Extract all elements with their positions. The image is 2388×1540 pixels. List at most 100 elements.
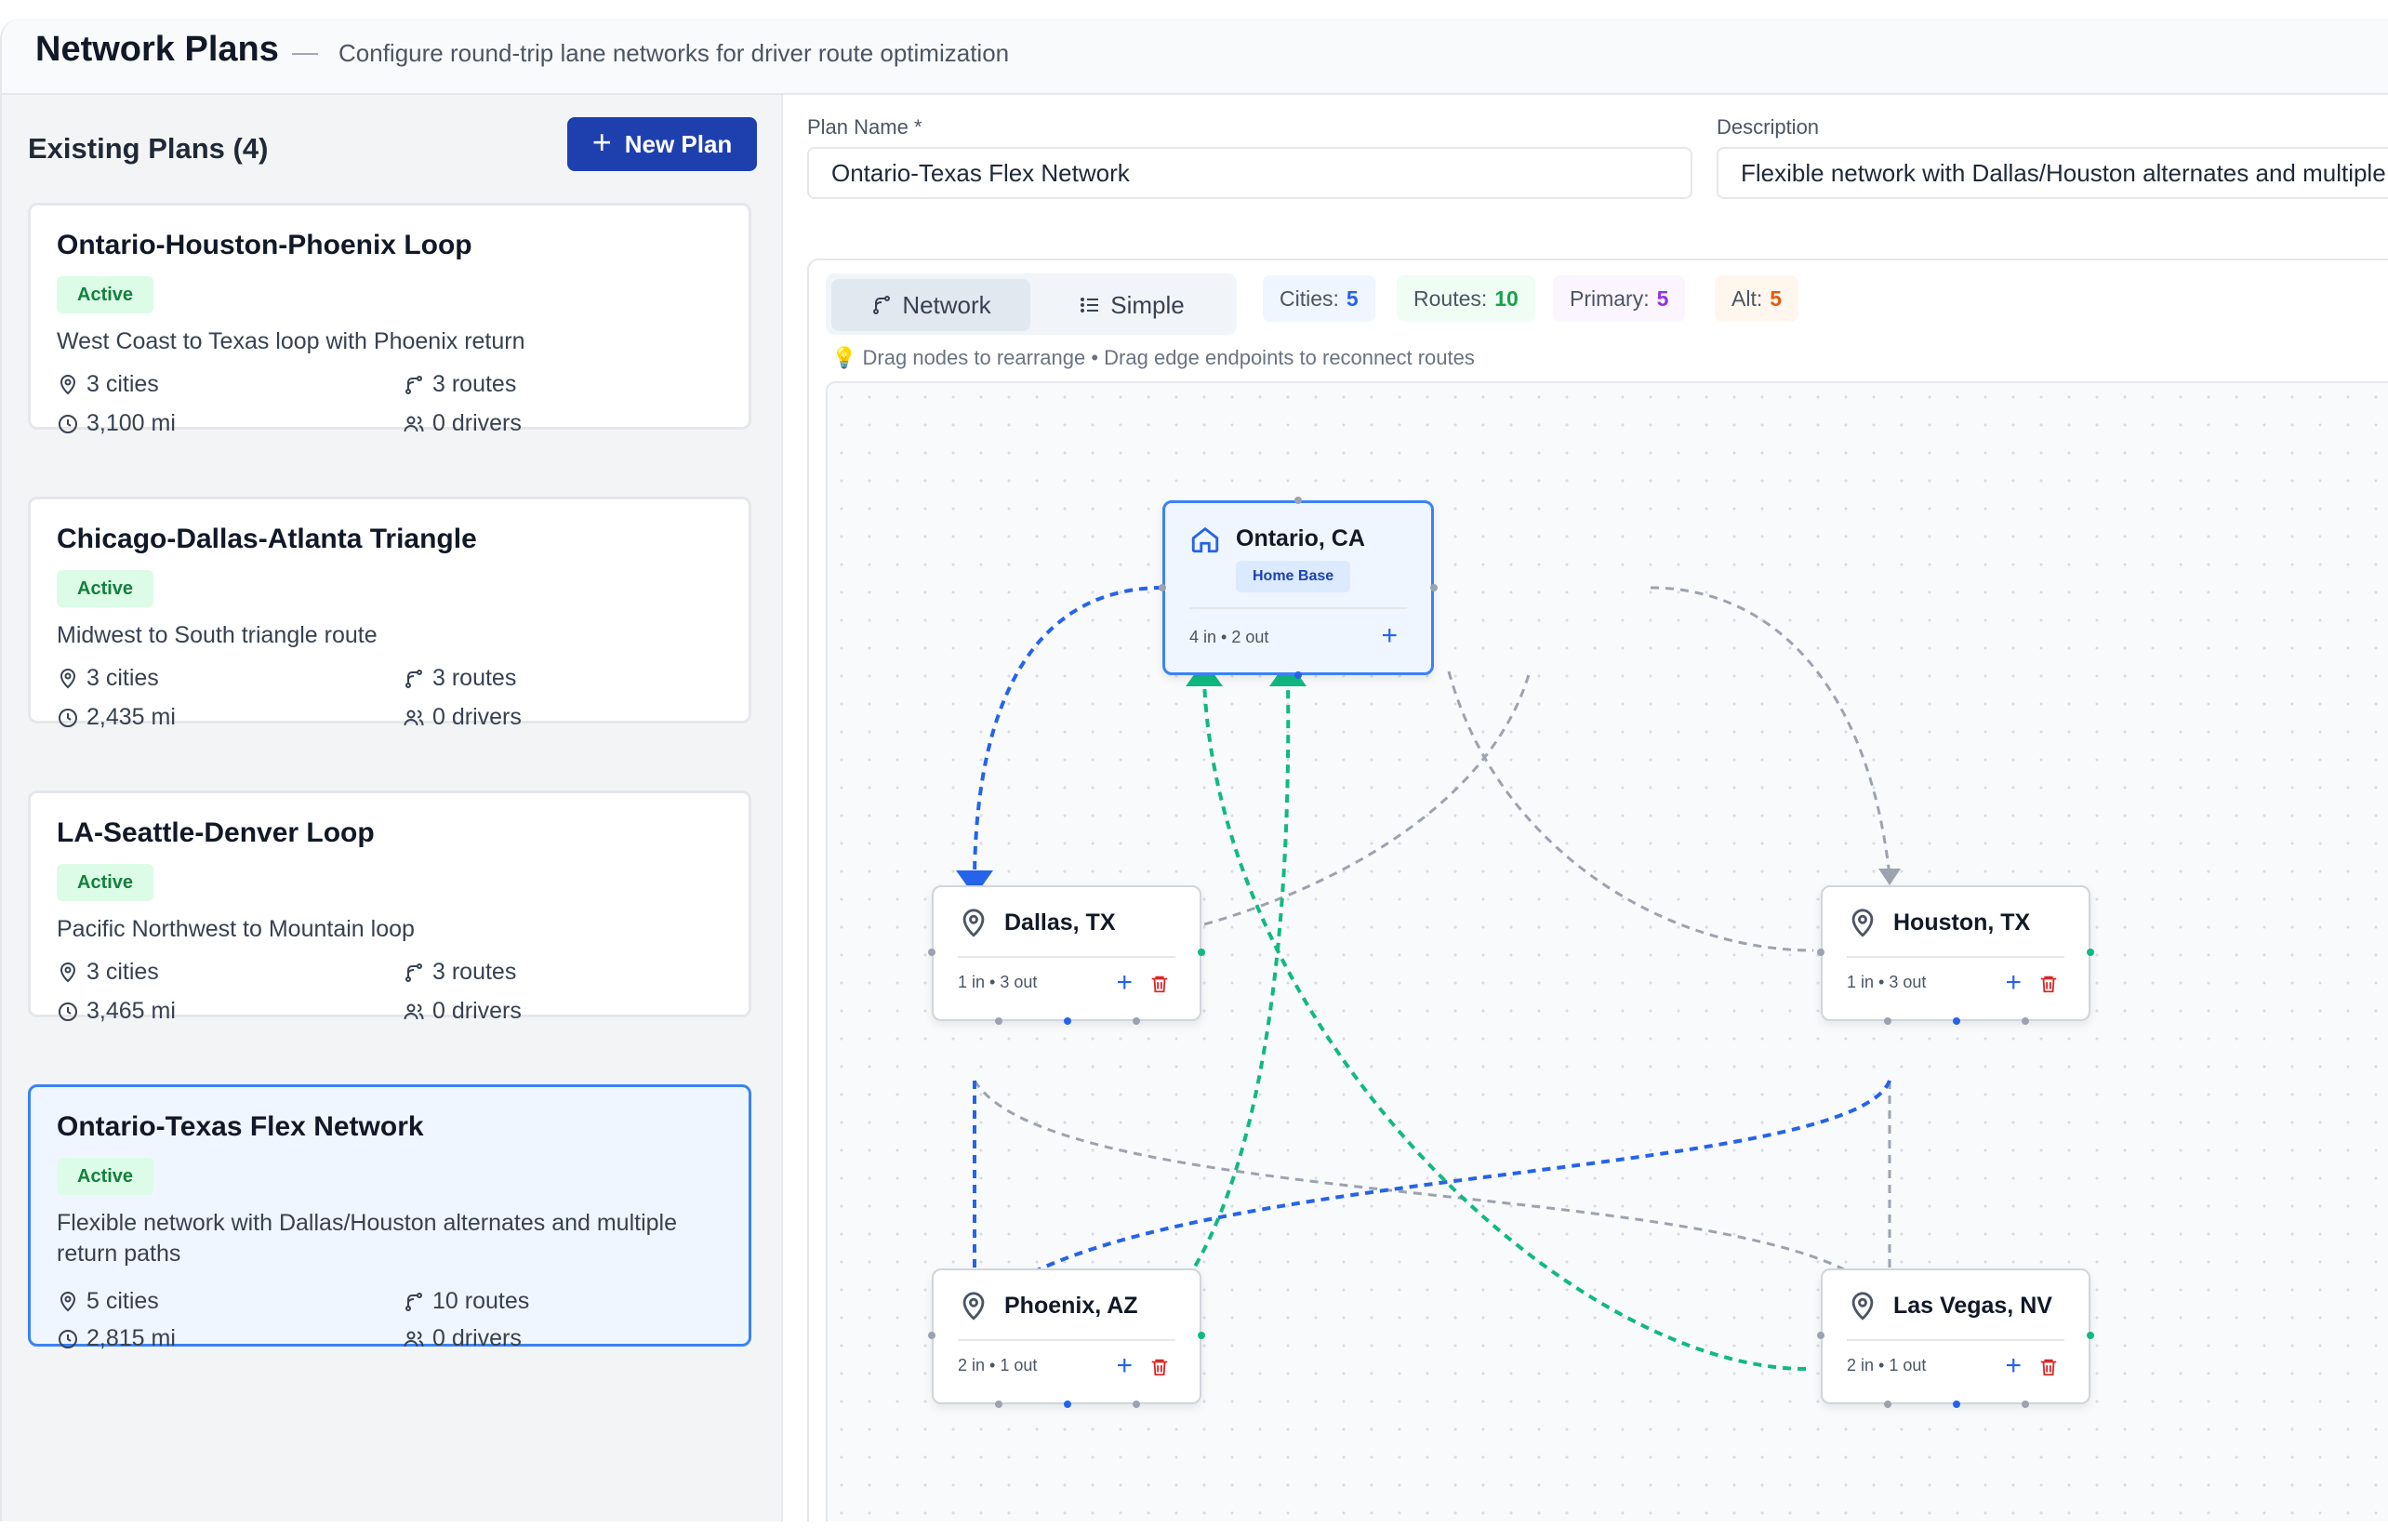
- plan-cities: 3 cities: [57, 371, 159, 398]
- connection-handle[interactable]: [1953, 1401, 1960, 1408]
- plan-routes: 10 routes: [403, 1288, 529, 1315]
- plan-card[interactable]: LA-Seattle-Denver Loop Active Pacific No…: [28, 790, 751, 1024]
- city-node-houston[interactable]: Houston, TX 1 in • 3 out +: [1821, 885, 2090, 1021]
- city-node-lasvegas[interactable]: Las Vegas, NV 2 in • 1 out +: [1821, 1268, 2090, 1404]
- connection-handle[interactable]: [995, 1401, 1002, 1408]
- map-pin-icon: [60, 668, 76, 688]
- connection-handle[interactable]: [1133, 1017, 1140, 1025]
- plan-description: Midwest to South triangle route: [57, 622, 378, 648]
- route-branch-icon: [405, 962, 422, 982]
- add-route-button[interactable]: +: [2005, 967, 2022, 999]
- plan-description: Pacific Northwest to Mountain loop: [57, 916, 415, 942]
- route-branch-icon: [405, 1292, 422, 1311]
- connection-handle[interactable]: [2022, 1401, 2029, 1408]
- plan-name-input[interactable]: Ontario-Texas Flex Network: [807, 147, 1692, 199]
- connection-handle[interactable]: [1064, 1017, 1071, 1025]
- clock-icon: [59, 708, 77, 727]
- plan-card-selected[interactable]: Ontario-Texas Flex Network Active Flexib…: [28, 1084, 751, 1351]
- status-badge: Active: [57, 864, 154, 901]
- map-pin-icon: [962, 1292, 985, 1321]
- map-pin-icon: [60, 1291, 76, 1311]
- plan-card[interactable]: Ontario-Houston-Phoenix Loop Active West…: [28, 203, 751, 436]
- alt-count-chip: Alt: 5: [1715, 275, 1799, 322]
- plan-name: Ontario-Texas Flex Network: [57, 1111, 424, 1142]
- add-route-button[interactable]: +: [1381, 620, 1398, 652]
- route-edge-ontario-houston-alt[interactable]: [1447, 670, 1814, 952]
- routes-count-chip: Routes: 10: [1397, 275, 1535, 322]
- connection-handle[interactable]: [1133, 1401, 1140, 1408]
- trash-icon[interactable]: [1149, 1356, 1170, 1378]
- plan-description: Flexible network with Dallas/Houston alt…: [57, 1210, 677, 1267]
- view-toggle: Network Simple: [826, 273, 1237, 335]
- city-route-stats: 4 in • 2 out: [1189, 628, 1269, 646]
- connection-handle[interactable]: [2087, 949, 2094, 956]
- connection-handle[interactable]: [1198, 949, 1205, 956]
- status-badge: Active: [57, 276, 154, 313]
- connection-handle[interactable]: [2087, 1332, 2094, 1339]
- route-edge-ontario-houston[interactable]: [1650, 586, 1891, 877]
- simple-view-tab[interactable]: Simple: [1032, 279, 1231, 331]
- clock-icon: [59, 1002, 77, 1021]
- network-view-tab[interactable]: Network: [831, 279, 1030, 331]
- plan-miles: 2,815 mi: [57, 1325, 176, 1352]
- plan-cities: 3 cities: [57, 665, 159, 692]
- connection-handle[interactable]: [1430, 584, 1438, 591]
- plan-miles: 2,435 mi: [57, 704, 176, 731]
- status-badge: Active: [57, 1158, 154, 1195]
- city-name: Houston, TX: [1893, 909, 2031, 936]
- add-route-button[interactable]: +: [2005, 1350, 2022, 1382]
- connection-handle[interactable]: [1159, 584, 1166, 591]
- trash-icon[interactable]: [1149, 973, 1170, 995]
- connection-handle[interactable]: [928, 949, 935, 956]
- add-route-button[interactable]: +: [1116, 967, 1133, 999]
- plan-miles: 3,100 mi: [57, 410, 176, 437]
- city-route-stats: 2 in • 1 out: [958, 1356, 1038, 1374]
- route-edge-phoenix-ontario[interactable]: [1057, 680, 1291, 1371]
- map-pin-icon: [60, 374, 76, 394]
- connection-handle[interactable]: [1294, 497, 1302, 504]
- trash-icon[interactable]: [2038, 1356, 2059, 1378]
- trash-icon[interactable]: [2038, 973, 2059, 995]
- connection-handle[interactable]: [995, 1017, 1002, 1025]
- users-icon: [404, 1331, 424, 1347]
- page-subtitle: Configure round-trip lane networks for d…: [338, 39, 1010, 67]
- connection-handle[interactable]: [1953, 1017, 1960, 1025]
- plan-name: LA-Seattle-Denver Loop: [57, 817, 375, 848]
- connection-handle[interactable]: [2022, 1017, 2029, 1025]
- route-branch-icon: [405, 375, 422, 394]
- connection-handle[interactable]: [1817, 949, 1824, 956]
- plan-routes: 3 routes: [403, 665, 516, 692]
- route-edge-ontario-dallas[interactable]: [973, 586, 1163, 877]
- cities-count-chip: Cities: 5: [1263, 275, 1375, 322]
- plan-drivers: 0 drivers: [403, 998, 522, 1025]
- new-plan-button[interactable]: + New Plan: [567, 117, 757, 171]
- route-branch-icon: [405, 669, 422, 688]
- top-bar: Network Plans — Configure round-trip lan…: [2, 19, 2388, 95]
- page-title: Network Plans: [35, 30, 279, 69]
- plan-drivers: 0 drivers: [403, 704, 522, 731]
- city-name: Dallas, TX: [1004, 909, 1116, 936]
- home-base-badge: Home Base: [1236, 561, 1351, 592]
- network-graph-canvas[interactable]: Ontario, CA Home Base 4 in • 2 out + Dal…: [826, 381, 2388, 1521]
- city-node-dallas[interactable]: Dallas, TX 1 in • 3 out +: [932, 885, 1201, 1021]
- connection-handle[interactable]: [1064, 1401, 1071, 1408]
- connection-handle[interactable]: [1198, 1332, 1205, 1339]
- plan-miles: 3,465 mi: [57, 998, 176, 1025]
- map-pin-icon: [1851, 909, 1874, 937]
- connection-handle[interactable]: [928, 1332, 935, 1339]
- description-input[interactable]: Flexible network with Dallas/Houston alt…: [1717, 147, 2388, 199]
- add-route-button[interactable]: +: [1116, 1350, 1133, 1382]
- connection-handle[interactable]: [1884, 1017, 1891, 1025]
- list-icon: [1081, 298, 1099, 312]
- city-node-ontario[interactable]: Ontario, CA Home Base 4 in • 2 out +: [1162, 500, 1434, 675]
- connection-handle[interactable]: [1884, 1401, 1891, 1408]
- map-pin-icon: [1851, 1292, 1874, 1321]
- connection-handle[interactable]: [1817, 1332, 1824, 1339]
- route-edge-lasvegas-ontario[interactable]: [1202, 680, 1807, 1371]
- map-pin-icon: [60, 962, 76, 982]
- plan-cities: 5 cities: [57, 1288, 159, 1315]
- connection-handle[interactable]: [1294, 671, 1302, 679]
- city-node-phoenix[interactable]: Phoenix, AZ 2 in • 1 out +: [932, 1268, 1201, 1404]
- network-editor-panel: Network Simple Cities: 5 Routes: 10 Primar…: [807, 259, 2388, 1521]
- plan-card[interactable]: Chicago-Dallas-Atlanta Triangle Active M…: [28, 497, 751, 730]
